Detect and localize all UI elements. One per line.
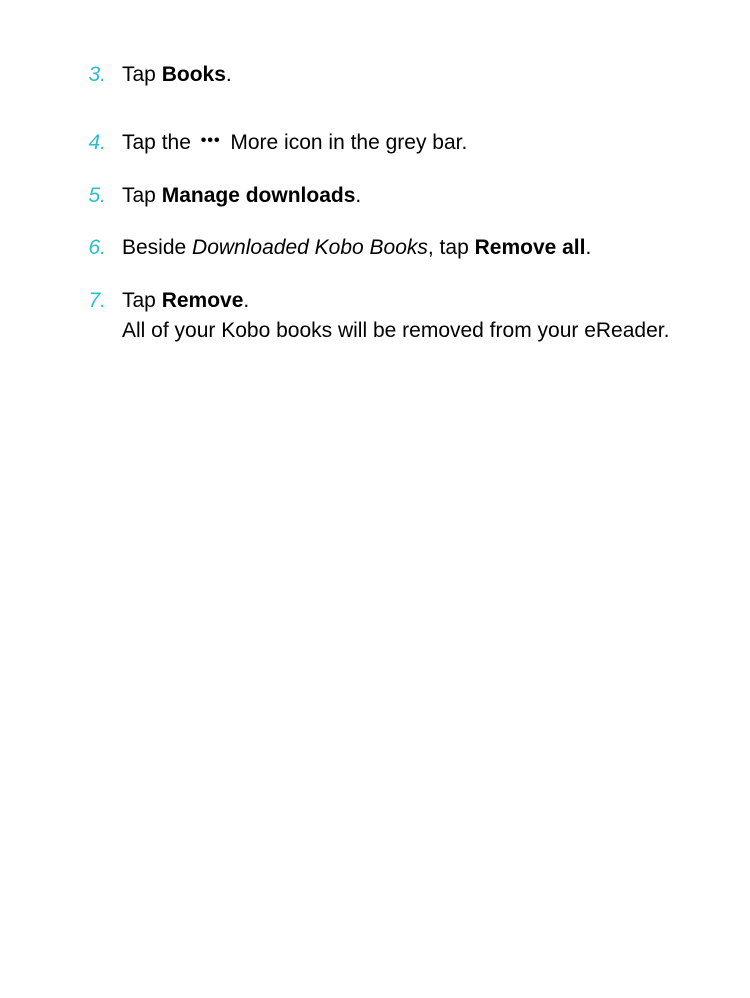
step-number: 5. <box>80 181 122 211</box>
step-text: More icon in the grey bar. <box>225 131 468 154</box>
step-content: Beside Downloaded Kobo Books, tap Remove… <box>122 233 670 263</box>
step-item: 4. Tap the ••• More icon in the grey bar… <box>80 128 670 158</box>
step-content: Tap the ••• More icon in the grey bar. <box>122 128 670 158</box>
step-bold-term: Remove <box>162 289 244 312</box>
more-icon: ••• <box>197 129 225 152</box>
step-text: Tap <box>122 184 162 207</box>
step-number: 3. <box>80 60 122 90</box>
instruction-list: 3. Tap Books. 4. Tap the ••• More icon i… <box>80 60 670 347</box>
step-text: . <box>243 289 249 312</box>
step-item: 5. Tap Manage downloads. <box>80 181 670 211</box>
step-text: . <box>585 236 591 259</box>
step-number: 6. <box>80 233 122 263</box>
step-content: Tap Manage downloads. <box>122 181 670 211</box>
step-text: Tap the <box>122 131 197 154</box>
step-content: Tap Books. <box>122 60 670 90</box>
step-text: , tap <box>428 236 475 259</box>
step-bold-term: Remove all <box>475 236 586 259</box>
step-number: 4. <box>80 128 122 158</box>
step-bold-term: Manage downloads <box>162 184 356 207</box>
step-number: 7. <box>80 286 122 347</box>
step-item: 6. Beside Downloaded Kobo Books, tap Rem… <box>80 233 670 263</box>
step-text: Beside <box>122 236 192 259</box>
step-text: Tap <box>122 289 162 312</box>
step-secondary-text: All of your Kobo books will be removed f… <box>122 316 670 346</box>
step-italic-term: Downloaded Kobo Books <box>192 236 428 259</box>
step-bold-term: Books <box>162 63 226 86</box>
step-content: Tap Remove. All of your Kobo books will … <box>122 286 670 347</box>
step-text: . <box>355 184 361 207</box>
step-item: 3. Tap Books. <box>80 60 670 90</box>
step-item: 7. Tap Remove. All of your Kobo books wi… <box>80 286 670 347</box>
step-text: Tap <box>122 63 162 86</box>
step-text: . <box>226 63 232 86</box>
